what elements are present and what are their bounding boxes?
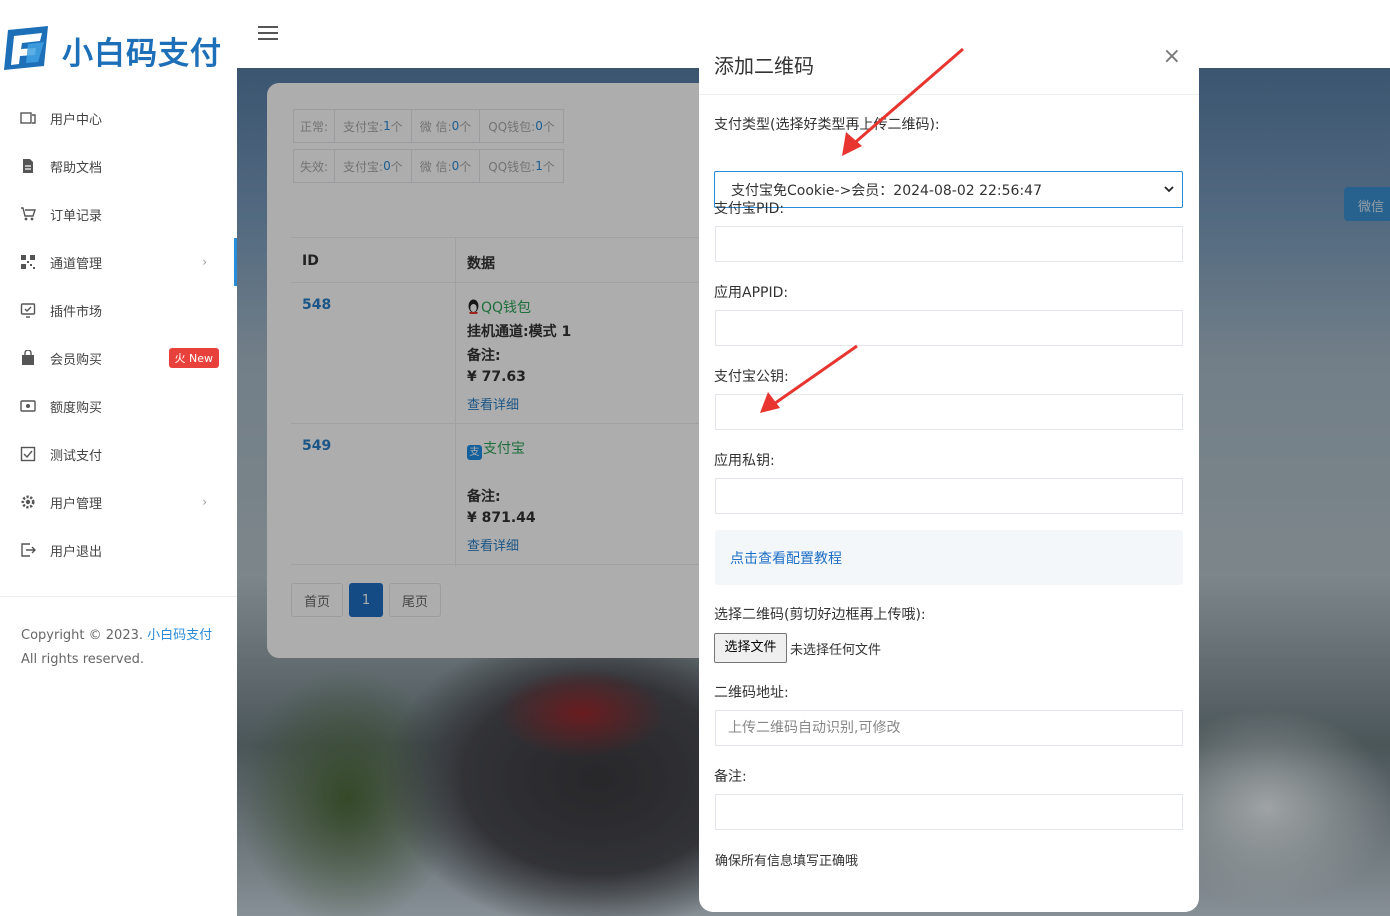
cart-icon	[20, 206, 36, 222]
sidebar-item-label: 会员购买	[50, 352, 103, 368]
alipay-pubkey-input[interactable]	[715, 394, 1183, 430]
pay-type-selected-value: 支付宝免Cookie->会员：2024-08-02 22:56:47	[731, 182, 1042, 199]
sidebar-item-label: 通道管理	[50, 256, 103, 272]
document-icon	[20, 158, 36, 174]
sidebar-item-help-docs[interactable]: 帮助文档	[0, 142, 237, 190]
chevron-right-icon: ›	[202, 495, 207, 509]
sidebar-item-label: 订单记录	[50, 208, 103, 224]
dashboard-icon	[20, 110, 36, 126]
brand[interactable]: 小白码支付	[0, 14, 237, 76]
new-badge: 火 New	[168, 348, 219, 368]
choose-file-button[interactable]: 选择文件	[714, 633, 787, 663]
sidebar-item-user-center[interactable]: 用户中心	[0, 94, 237, 142]
app-privkey-input[interactable]	[715, 478, 1183, 514]
card-icon	[20, 398, 36, 414]
modal-title: 添加二维码	[714, 54, 814, 78]
sidebar-item-test-pay[interactable]: 测试支付	[0, 430, 237, 478]
sidebar: 小白码支付 用户中心 帮助文档 订单记录 通道管理 › 插件市场 会员购买 火 …	[0, 0, 237, 916]
plugin-icon	[20, 302, 36, 318]
sidebar-item-label: 插件市场	[50, 304, 103, 320]
sidebar-item-label: 用户管理	[50, 496, 103, 512]
sidebar-item-membership[interactable]: 会员购买 火 New	[0, 334, 237, 382]
app-appid-label: 应用APPID:	[714, 285, 789, 301]
remark-input[interactable]	[715, 794, 1183, 830]
sidebar-item-plugins[interactable]: 插件市场	[0, 286, 237, 334]
modal-header-divider	[699, 94, 1199, 95]
copyright-text: Copyright © 2023.	[21, 628, 144, 643]
sidebar-divider	[0, 596, 237, 597]
qrcode-url-label: 二维码地址:	[714, 685, 789, 701]
chevron-down-icon	[1164, 186, 1174, 193]
bag-icon	[20, 350, 36, 366]
tutorial-box: 点击查看配置教程	[715, 530, 1183, 585]
copyright-link[interactable]: 小白码支付	[147, 628, 212, 643]
qrcode-icon	[20, 254, 36, 270]
chevron-right-icon: ›	[202, 255, 207, 269]
check-icon	[20, 446, 36, 462]
sidebar-item-user-manage[interactable]: 用户管理 ›	[0, 478, 237, 526]
file-status-text: 未选择任何文件	[790, 643, 882, 658]
sidebar-item-channels[interactable]: 通道管理 ›	[0, 238, 237, 286]
qrcode-url-input[interactable]	[715, 710, 1183, 746]
close-icon[interactable]: ×	[1163, 44, 1181, 69]
sidebar-item-label: 测试支付	[50, 448, 103, 464]
sidebar-item-label: 额度购买	[50, 400, 103, 416]
brand-name: 小白码支付	[62, 36, 222, 72]
qrcode-select-label: 选择二维码(剪切好边框再上传哦):	[714, 607, 926, 623]
tutorial-link[interactable]: 点击查看配置教程	[730, 548, 842, 568]
alipay-pubkey-label: 支付宝公钥:	[714, 369, 789, 385]
remark-label: 备注:	[714, 769, 747, 785]
hamburger-menu-icon[interactable]	[258, 26, 278, 41]
pay-type-label: 支付类型(选择好类型再上传二维码):	[714, 117, 940, 133]
sidebar-nav: 用户中心 帮助文档 订单记录 通道管理 › 插件市场 会员购买 火 New 额度…	[0, 94, 237, 574]
sidebar-item-quota[interactable]: 额度购买	[0, 382, 237, 430]
final-note: 确保所有信息填写正确哦	[715, 854, 859, 869]
app-privkey-label: 应用私钥:	[714, 453, 775, 469]
alipay-pid-input[interactable]	[715, 226, 1183, 262]
sidebar-item-label: 帮助文档	[50, 160, 103, 176]
pay-type-select[interactable]: 支付宝免Cookie->会员：2024-08-02 22:56:47	[714, 171, 1183, 208]
rights-text: All rights reserved.	[21, 652, 144, 667]
alipay-pid-label: 支付宝PID:	[714, 201, 785, 217]
gear-icon	[20, 494, 36, 510]
sidebar-item-label: 用户退出	[50, 544, 103, 560]
copyright: Copyright © 2023. 小白码支付 All rights reser…	[21, 624, 212, 672]
logout-icon	[20, 542, 36, 558]
sidebar-item-orders[interactable]: 订单记录	[0, 190, 237, 238]
sidebar-item-label: 用户中心	[50, 112, 103, 128]
brand-logo-icon	[4, 26, 48, 70]
sidebar-item-logout[interactable]: 用户退出	[0, 526, 237, 574]
add-qrcode-modal: 添加二维码 × 支付类型(选择好类型再上传二维码): 支付宝免Cookie->会…	[699, 28, 1199, 912]
app-appid-input[interactable]	[715, 310, 1183, 346]
